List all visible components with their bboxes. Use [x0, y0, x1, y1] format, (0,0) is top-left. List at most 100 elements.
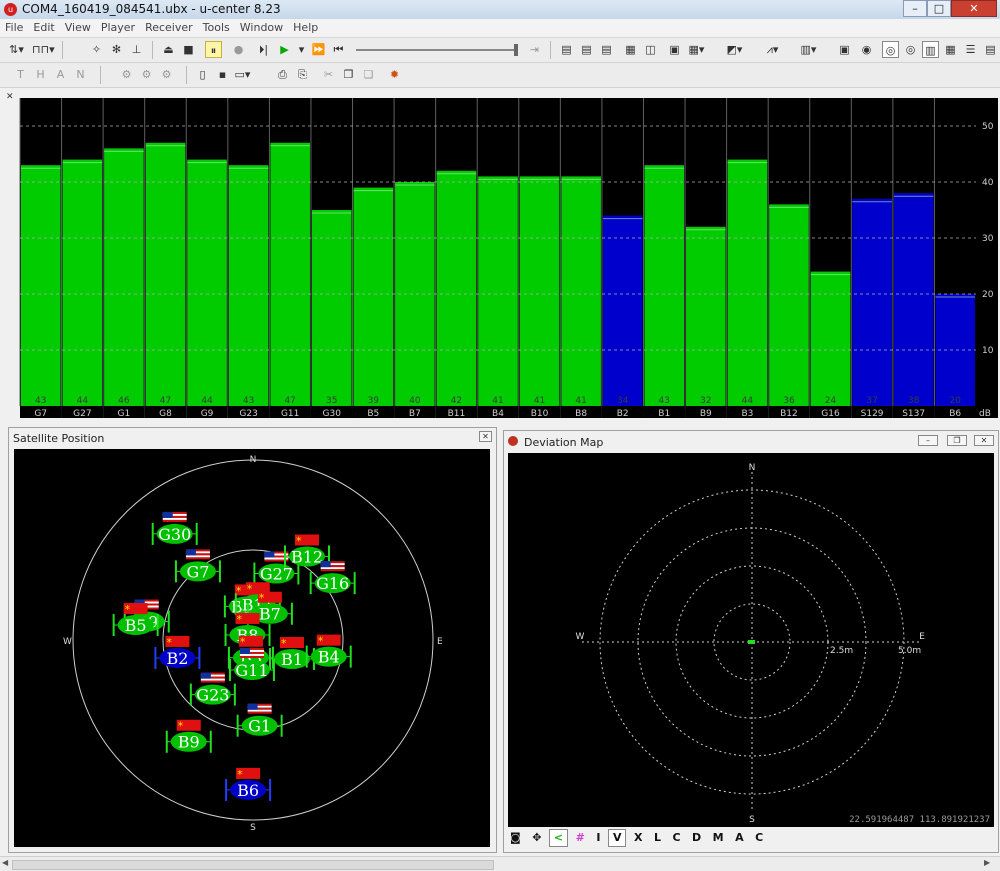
menu-tools[interactable]: Tools: [198, 19, 235, 37]
gear-a-icon[interactable]: ⚙: [118, 66, 135, 83]
svg-text:*: *: [281, 637, 287, 650]
scroll-thumb[interactable]: [12, 860, 494, 870]
extra-view-icon[interactable]: ▤: [982, 41, 999, 58]
mode-d[interactable]: D: [688, 830, 705, 846]
menu-window[interactable]: Window: [235, 19, 288, 37]
sky-icon[interactable]: ◎: [882, 41, 899, 58]
signal-view-icon[interactable]: ▥: [922, 41, 939, 58]
grid-icon[interactable]: ▦▾: [688, 41, 705, 58]
paste-icon[interactable]: ❏: [360, 66, 377, 83]
line-chart-icon[interactable]: ⩘▾: [764, 41, 781, 58]
split-icon[interactable]: ◫: [642, 41, 659, 58]
console-icon[interactable]: ▣: [666, 41, 683, 58]
menu-edit[interactable]: Edit: [28, 19, 59, 37]
satellite-label: B12: [291, 547, 323, 566]
menu-file[interactable]: File: [0, 19, 28, 37]
antenna-icon[interactable]: ⊥: [128, 41, 145, 58]
step-icon[interactable]: ⏵|: [255, 41, 272, 58]
stop-icon[interactable]: ■: [180, 41, 197, 58]
receiver-icon[interactable]: ✻: [108, 41, 125, 58]
bar-G1: [104, 148, 144, 406]
scroll-left-icon[interactable]: ◀: [2, 858, 8, 867]
bar-B9: [686, 226, 726, 406]
menu-help[interactable]: Help: [288, 19, 323, 37]
pause-icon[interactable]: ⏸: [205, 41, 222, 58]
chart-icon[interactable]: ◩▾: [726, 41, 743, 58]
svg-text:*: *: [166, 636, 172, 649]
restore-icon[interactable]: ❐: [947, 435, 967, 446]
slider-end-icon[interactable]: ⇥: [526, 41, 543, 58]
compass-n: N: [250, 455, 257, 465]
minimize-icon[interactable]: –: [903, 0, 927, 17]
copy-icon[interactable]: ❐: [340, 66, 357, 83]
scroll-right-icon[interactable]: ▶: [984, 858, 990, 867]
bar-chart-icon[interactable]: ▥▾: [800, 41, 817, 58]
value-label-B6: 20: [949, 396, 961, 406]
panel-title: Deviation Map: [524, 436, 604, 449]
table-view-icon[interactable]: ▦: [942, 41, 959, 58]
cut-icon[interactable]: ✂: [320, 66, 337, 83]
baud-dropdown-icon[interactable]: ⇅▾: [8, 41, 25, 58]
us-flag-icon: [247, 703, 272, 714]
maximize-icon[interactable]: □: [927, 0, 951, 17]
record-icon[interactable]: ●: [230, 41, 247, 58]
print-preview-icon[interactable]: ⎘: [294, 66, 311, 83]
fast-forward-icon[interactable]: ⏩: [310, 41, 327, 58]
position-fix-marker: [748, 640, 755, 644]
mode-c2[interactable]: C: [751, 830, 767, 846]
bar-B12: [769, 204, 809, 406]
menu-player[interactable]: Player: [96, 19, 140, 37]
new-file-icon[interactable]: ▯: [194, 66, 211, 83]
play-dropdown-icon[interactable]: ▾: [293, 41, 310, 58]
debug-icon[interactable]: ✹: [386, 66, 403, 83]
camera-icon[interactable]: ◉: [858, 41, 875, 58]
minimize-icon[interactable]: –: [918, 435, 938, 446]
print-icon[interactable]: ⎙: [274, 66, 291, 83]
mode-l[interactable]: L: [650, 830, 665, 846]
close-icon[interactable]: ✕: [951, 0, 997, 17]
hex-view-icon[interactable]: H: [32, 66, 49, 83]
text-view-icon[interactable]: T: [12, 66, 29, 83]
menu-receiver[interactable]: Receiver: [140, 19, 198, 37]
play-icon[interactable]: ▶: [276, 41, 293, 58]
gear-c-icon[interactable]: ⚙: [158, 66, 175, 83]
playback-slider[interactable]: [356, 44, 518, 56]
mode-v[interactable]: V: [607, 829, 627, 847]
gear-b-icon[interactable]: ⚙: [138, 66, 155, 83]
save-icon[interactable]: ▪: [214, 66, 231, 83]
doc-c-icon[interactable]: ▤: [598, 41, 615, 58]
connect-wand-icon[interactable]: ✧: [88, 41, 105, 58]
panel-title: Satellite Position: [13, 432, 105, 445]
deviation-icon[interactable]: ◎: [902, 41, 919, 58]
deviation-view: N E S W 2.5m 5.0m 22.591964487 113.891921237: [508, 453, 994, 827]
value-label-G8: 47: [160, 396, 171, 406]
doc-a-icon[interactable]: ▤: [558, 41, 575, 58]
mode-a[interactable]: A: [731, 830, 748, 846]
ascii-icon[interactable]: A: [52, 66, 69, 83]
menu-view[interactable]: View: [60, 19, 96, 37]
move-icon[interactable]: ✥: [528, 830, 545, 846]
mode-x[interactable]: X: [630, 830, 646, 846]
list-view-icon[interactable]: ☰: [962, 41, 979, 58]
mode-i[interactable]: I: [592, 830, 604, 846]
eject-icon[interactable]: ⏏: [160, 41, 177, 58]
close-icon[interactable]: ✕: [6, 92, 14, 102]
doc-b-icon[interactable]: ▤: [578, 41, 595, 58]
horizontal-scrollbar[interactable]: ◀ ▶: [0, 856, 1000, 871]
camera-icon[interactable]: ◙: [506, 830, 525, 846]
grid-icon[interactable]: #: [572, 830, 589, 846]
rewind-start-icon[interactable]: ⏮: [330, 41, 347, 58]
satellite-label: B9: [178, 733, 200, 752]
close-icon[interactable]: ✕: [974, 435, 994, 446]
mode-m[interactable]: M: [709, 830, 728, 846]
monitor-icon[interactable]: ▣: [836, 41, 853, 58]
value-label-G30: 35: [326, 396, 337, 406]
close-icon[interactable]: ✕: [479, 431, 492, 442]
table-icon[interactable]: ▦: [622, 41, 639, 58]
satellite-label: B4: [318, 648, 340, 667]
signal-dropdown-icon[interactable]: ⊓⊓▾: [32, 41, 55, 58]
curve-icon[interactable]: <: [548, 829, 569, 847]
nmea-icon[interactable]: N: [72, 66, 89, 83]
mode-c[interactable]: C: [668, 830, 684, 846]
open-icon[interactable]: ▭▾: [234, 66, 251, 83]
